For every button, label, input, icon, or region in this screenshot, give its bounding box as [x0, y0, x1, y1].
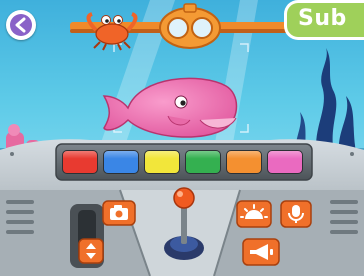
color-button-yellow[interactable]: [144, 150, 180, 174]
light-button[interactable]: [236, 200, 272, 228]
title-tab-label: Sub: [298, 6, 347, 31]
microphone-button[interactable]: [280, 200, 312, 228]
color-button-green[interactable]: [185, 150, 221, 174]
color-button-orange[interactable]: [226, 150, 262, 174]
microphone-icon: [280, 200, 312, 228]
joystick[interactable]: [160, 186, 208, 264]
back-arrow-icon: [10, 14, 32, 36]
up-down-arrows-icon: [78, 238, 104, 264]
color-button-row: [62, 150, 306, 174]
depth-lever-button[interactable]: [78, 238, 104, 264]
camera-button[interactable]: [102, 200, 136, 226]
horn-icon: [242, 238, 280, 266]
sun-icon: [236, 200, 272, 228]
camera-icon: [102, 200, 136, 226]
color-button-pink[interactable]: [267, 150, 303, 174]
color-button-blue[interactable]: [103, 150, 139, 174]
back-button[interactable]: [6, 10, 36, 40]
color-button-red[interactable]: [62, 150, 98, 174]
joystick-icon: [164, 187, 204, 260]
horn-button[interactable]: [242, 238, 280, 266]
